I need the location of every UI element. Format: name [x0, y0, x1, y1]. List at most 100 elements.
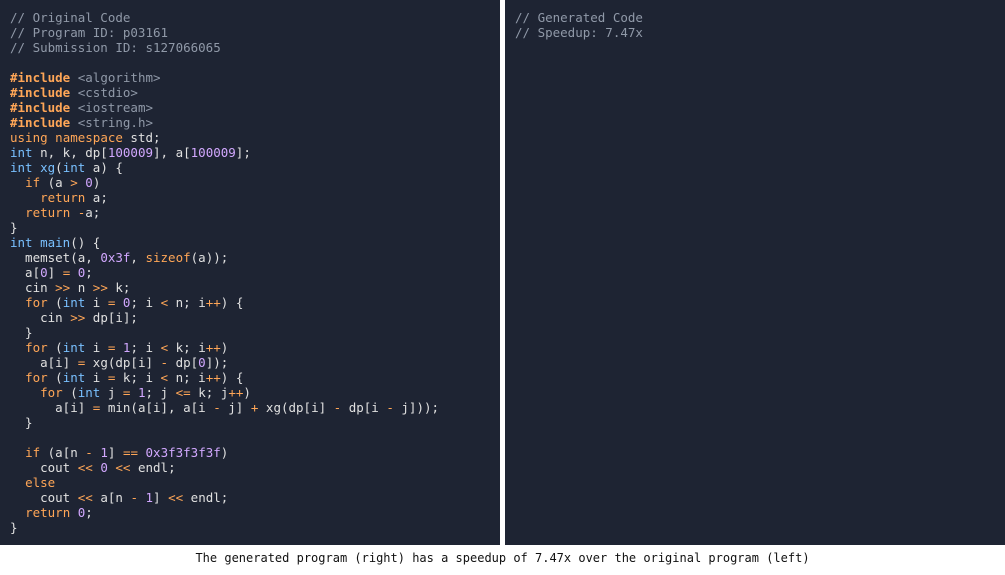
code-token-plain: cout: [10, 490, 78, 505]
code-token-number: 0: [100, 460, 108, 475]
code-token-plain: ) {: [220, 295, 244, 310]
code-token-plain: j: [100, 385, 123, 400]
code-token-plain: (a[n: [40, 445, 86, 460]
code-line: cout << a[n - 1] << endl;: [10, 490, 500, 505]
code-line: cin >> n >> k;: [10, 280, 500, 295]
code-token-plain: ]);: [205, 355, 229, 370]
original-code-block: // Original Code// Program ID: p03161// …: [10, 10, 500, 535]
code-token-plain: std;: [122, 130, 161, 145]
code-line: using namespace std;: [10, 130, 500, 145]
code-token-plain: endl;: [130, 460, 176, 475]
code-token-plain: dp[i];: [85, 310, 138, 325]
code-token-keyword: if: [25, 445, 41, 460]
code-token-plain: (: [55, 160, 63, 175]
code-token-operator: <<: [115, 460, 131, 475]
code-token-plain: k; i: [168, 340, 206, 355]
code-token-keyword: for: [25, 370, 48, 385]
code-token-type: int: [10, 160, 33, 175]
code-token-operator: >>: [92, 280, 108, 295]
code-token-plain: dp[i: [341, 400, 387, 415]
code-token-operator: >>: [55, 280, 71, 295]
code-token-operator: -: [213, 400, 221, 415]
code-token-plain: }: [10, 415, 33, 430]
code-token-builtin: sizeof: [145, 250, 191, 265]
code-token-number: 0: [198, 355, 206, 370]
code-line: for (int i = 0; i < n; i++) {: [10, 295, 500, 310]
code-line: // Original Code: [10, 10, 500, 25]
code-line: int xg(int a) {: [10, 160, 500, 175]
code-token-plain: ,: [130, 250, 146, 265]
code-token-plain: i: [85, 370, 108, 385]
code-token-header: <cstdio>: [77, 85, 138, 100]
code-token-plain: xg(dp[i]: [258, 400, 334, 415]
code-token-number: 0: [85, 175, 93, 190]
code-token-plain: k; j: [190, 385, 229, 400]
code-token-plain: a[i]: [10, 355, 78, 370]
code-token-plain: ): [243, 385, 251, 400]
code-token-func: main: [40, 235, 71, 250]
code-line: // Program ID: p03161: [10, 25, 500, 40]
code-token-plain: ;: [85, 505, 93, 520]
code-line: return 0;: [10, 505, 500, 520]
code-token-operator: >>: [70, 310, 86, 325]
code-token-number: 100009: [190, 145, 236, 160]
code-token-operator: -: [85, 445, 93, 460]
code-line: a[i] = xg(dp[i] - dp[0]);: [10, 355, 500, 370]
code-token-plain: j]));: [393, 400, 440, 415]
code-token-plain: (: [47, 340, 63, 355]
code-token-directive: #include: [10, 85, 71, 100]
code-token-plain: cin: [10, 310, 71, 325]
code-token-operator: <<: [168, 490, 184, 505]
code-token-plain: memset(a,: [10, 250, 101, 265]
code-token-operator: ++: [228, 385, 244, 400]
code-token-keyword: using: [10, 130, 48, 145]
code-line: return a;: [10, 190, 500, 205]
code-line: a[i] = min(a[i], a[i - j] + xg(dp[i] - d…: [10, 400, 500, 415]
code-line: #include <iostream>: [10, 100, 500, 115]
code-token-comment: // Submission ID: s127066065: [10, 40, 221, 55]
code-token-number: 100009: [107, 145, 153, 160]
generated-code-pane[interactable]: // Generated Code// Speedup: 7.47x: [505, 0, 1005, 545]
code-token-plain: a) {: [85, 160, 123, 175]
code-line: for (int i = k; i < n; i++) {: [10, 370, 500, 385]
code-token-operator: ++: [205, 295, 221, 310]
code-token-operator: <=: [175, 385, 191, 400]
code-token-comment: // Original Code: [10, 10, 131, 25]
code-token-plain: n, k, dp[: [32, 145, 108, 160]
code-token-plain: ]: [47, 265, 63, 280]
code-line: // Submission ID: s127066065: [10, 40, 500, 55]
code-token-plain: endl;: [183, 490, 229, 505]
code-token-plain: k; i: [115, 370, 161, 385]
code-comparison: // Original Code// Program ID: p03161// …: [0, 0, 1005, 545]
original-code-pane[interactable]: // Original Code// Program ID: p03161// …: [0, 0, 500, 545]
code-token-directive: #include: [10, 100, 71, 115]
code-token-header: <iostream>: [77, 100, 154, 115]
code-line: return -a;: [10, 205, 500, 220]
code-token-keyword: if: [25, 175, 41, 190]
code-token-plain: ): [92, 175, 101, 190]
code-token-func: xg: [40, 160, 56, 175]
code-token-number: 1: [145, 490, 154, 505]
code-token-plain: xg(dp[i]: [85, 355, 161, 370]
code-line: for (int i = 1; i < k; i++): [10, 340, 500, 355]
code-line: }: [10, 520, 500, 535]
code-token-plain: n; i: [168, 370, 206, 385]
code-token-keyword: return: [25, 205, 71, 220]
code-token-header: <string.h>: [77, 115, 154, 130]
code-line: else: [10, 475, 500, 490]
code-token-plain: ;: [85, 265, 93, 280]
